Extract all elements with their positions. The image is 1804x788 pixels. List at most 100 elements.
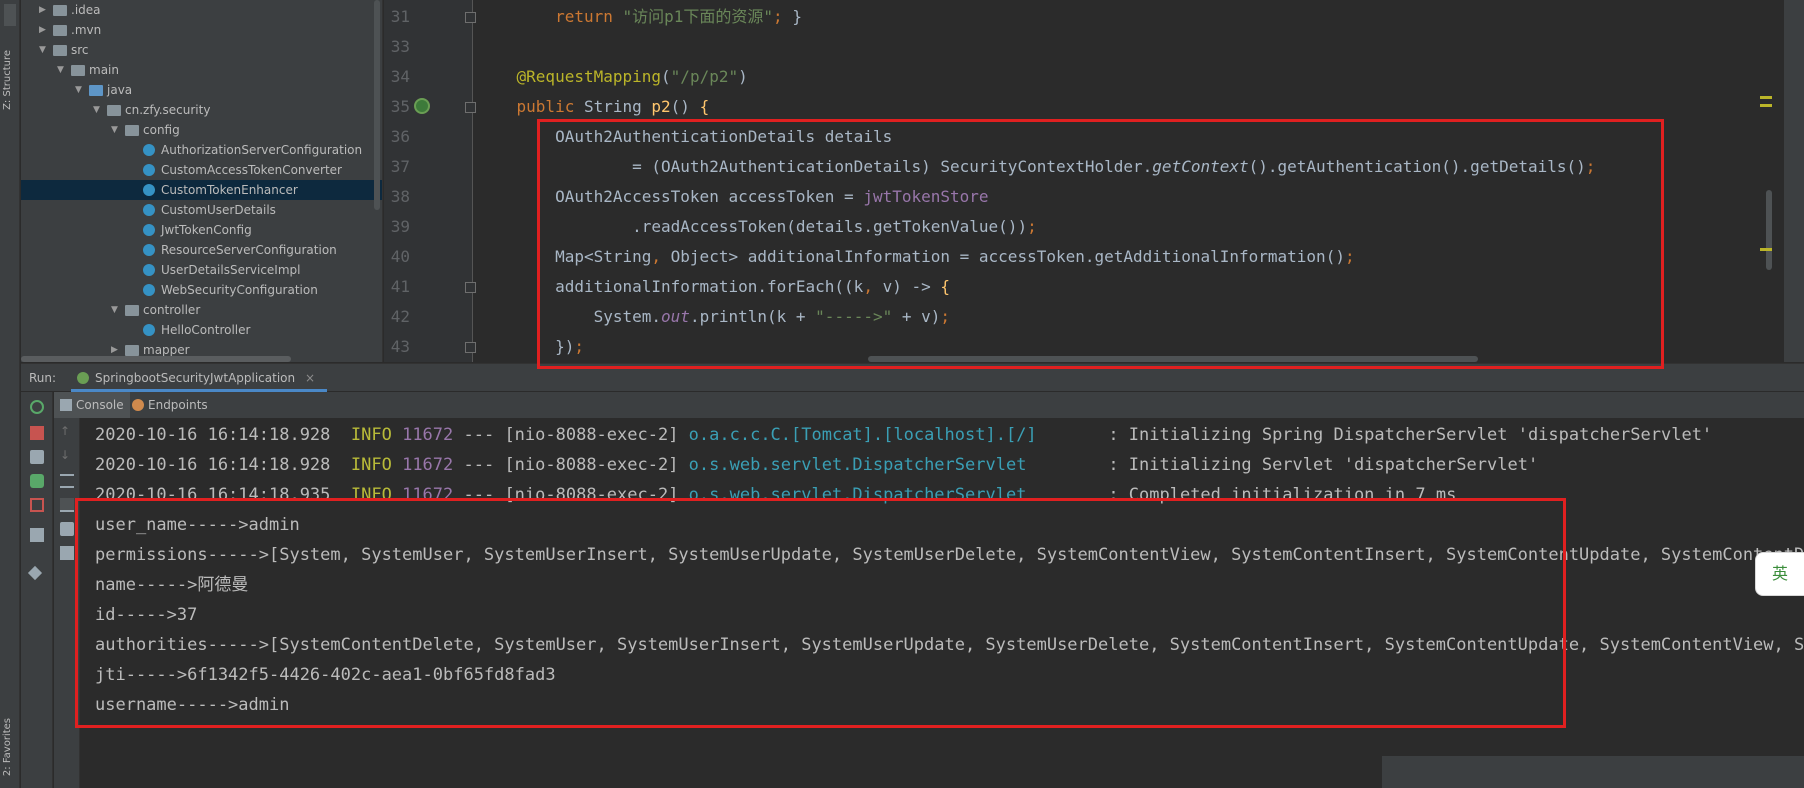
- tree-vertical-scrollbar[interactable]: [374, 0, 380, 210]
- tree-item-label: main: [89, 63, 119, 77]
- folder-icon: [71, 65, 85, 76]
- tab-console-label: Console: [76, 398, 124, 412]
- tree-item-label: src: [71, 43, 89, 57]
- soft-wrap-icon[interactable]: [60, 474, 74, 488]
- tree-item-label: CustomUserDetails: [161, 203, 276, 217]
- code-line: public String p2() {: [516, 97, 710, 116]
- up-arrow-icon[interactable]: ↑: [60, 424, 74, 438]
- chevron-down-icon[interactable]: ▼: [93, 100, 105, 120]
- left-tool-strip: Z: Structure 2: Favorites: [0, 0, 20, 788]
- camera-icon[interactable]: [30, 450, 44, 464]
- chevron-down-icon[interactable]: ▼: [111, 120, 123, 140]
- tree-item[interactable]: ▼ java: [21, 80, 382, 100]
- editor-vertical-scrollbar[interactable]: [1766, 190, 1772, 270]
- fold-icon[interactable]: [465, 282, 476, 293]
- source-folder-icon: [89, 85, 103, 96]
- tree-item-label: cn.zfy.security: [125, 103, 211, 117]
- exit-icon[interactable]: [30, 498, 44, 512]
- line-number: 36: [390, 127, 410, 146]
- debug-icon[interactable]: [30, 474, 44, 488]
- trash-icon[interactable]: [60, 546, 74, 560]
- project-tool-button[interactable]: [4, 4, 16, 26]
- layout-icon[interactable]: [30, 528, 44, 542]
- warning-marker[interactable]: [1760, 96, 1772, 99]
- line-number: 33: [390, 37, 410, 56]
- tree-item[interactable]: HelloController: [21, 320, 382, 340]
- log-line: 2020-10-16 16:14:18.928 INFO 11672 --- […: [95, 455, 1539, 475]
- run-configuration-tab[interactable]: SpringbootSecurityJwtApplication ×: [71, 364, 328, 392]
- tree-item[interactable]: CustomTokenEnhancer: [21, 180, 382, 200]
- tree-item-label: CustomAccessTokenConverter: [161, 163, 342, 177]
- close-icon[interactable]: ×: [305, 371, 315, 385]
- chevron-down-icon[interactable]: ▼: [57, 60, 69, 80]
- class-icon: [143, 324, 155, 336]
- editor-gutter: 31 33 34 35 36 37 38 39 40 41 42 43: [384, 0, 476, 362]
- run-toolbar: [21, 392, 53, 788]
- print-icon[interactable]: [60, 522, 74, 536]
- tree-item-label: ResourceServerConfiguration: [161, 243, 337, 257]
- tab-console[interactable]: Console: [54, 392, 130, 418]
- warning-marker[interactable]: [1760, 248, 1772, 251]
- favorites-tool-label[interactable]: 2: Favorites: [2, 718, 13, 776]
- scroll-to-end-icon[interactable]: [60, 498, 74, 512]
- tree-item[interactable]: JwtTokenConfig: [21, 220, 382, 240]
- code-line: return "访问p1下面的资源"; }: [555, 7, 802, 26]
- fold-icon[interactable]: [465, 102, 476, 113]
- package-icon: [125, 125, 139, 136]
- chevron-right-icon[interactable]: ▶: [39, 0, 51, 20]
- tree-item[interactable]: CustomAccessTokenConverter: [21, 160, 382, 180]
- status-area: [1382, 756, 1804, 788]
- tree-item[interactable]: ▶ .mvn: [21, 20, 382, 40]
- warning-marker[interactable]: [1760, 104, 1772, 107]
- tree-item[interactable]: ▼ config: [21, 120, 382, 140]
- line-number: 41: [390, 277, 410, 296]
- tree-item-label: WebSecurityConfiguration: [161, 283, 318, 297]
- tree-item[interactable]: CustomUserDetails: [21, 200, 382, 220]
- run-sub-tabs: Console Endpoints: [54, 392, 1804, 418]
- run-tab-label: SpringbootSecurityJwtApplication: [95, 371, 296, 385]
- run-label: Run:: [29, 371, 57, 385]
- folder-icon: [53, 45, 67, 56]
- chevron-right-icon[interactable]: ▶: [39, 20, 51, 40]
- down-arrow-icon[interactable]: ↓: [60, 448, 74, 462]
- package-icon: [125, 345, 139, 356]
- line-number: 43: [390, 337, 410, 356]
- tree-item[interactable]: ▼ src: [21, 40, 382, 60]
- tree-item[interactable]: ▼ cn.zfy.security: [21, 100, 382, 120]
- console-icon: [60, 399, 72, 411]
- tab-endpoints[interactable]: Endpoints: [126, 392, 214, 418]
- tree-horizontal-scrollbar[interactable]: [21, 356, 291, 362]
- tree-item[interactable]: UserDetailsServiceImpl: [21, 260, 382, 280]
- fold-icon[interactable]: [465, 342, 476, 353]
- rerun-icon[interactable]: [30, 400, 44, 414]
- line-number: 37: [390, 157, 410, 176]
- line-number: 40: [390, 247, 410, 266]
- ime-indicator[interactable]: 英: [1755, 552, 1804, 596]
- tree-item[interactable]: WebSecurityConfiguration: [21, 280, 382, 300]
- tree-item[interactable]: ResourceServerConfiguration: [21, 240, 382, 260]
- project-tree-panel: ▶ .idea ▶ .mvn ▼ src ▼ main ▼ java ▼ cn.zfy.securit…: [21, 0, 383, 362]
- tree-item[interactable]: ▼ controller: [21, 300, 382, 320]
- pin-icon[interactable]: [27, 565, 43, 581]
- line-number: 31: [390, 7, 410, 26]
- tree-item[interactable]: ▶ .idea: [21, 0, 382, 20]
- chevron-down-icon[interactable]: ▼: [111, 300, 123, 320]
- folder-icon: [53, 5, 67, 16]
- tree-item[interactable]: ▼ main: [21, 60, 382, 80]
- highlight-box-console: [75, 498, 1566, 728]
- tree-item-label: HelloController: [161, 323, 251, 337]
- line-number: 39: [390, 217, 410, 236]
- class-icon: [143, 264, 155, 276]
- tree-item-label: CustomTokenEnhancer: [161, 183, 298, 197]
- chevron-down-icon[interactable]: ▼: [39, 40, 51, 60]
- log-line: 2020-10-16 16:14:18.928 INFO 11672 --- […: [95, 425, 1713, 445]
- code-line: @RequestMapping("/p/p2"): [516, 67, 748, 86]
- folder-icon: [53, 25, 67, 36]
- spring-bean-icon[interactable]: [414, 98, 430, 114]
- fold-icon[interactable]: [465, 12, 476, 23]
- structure-tool-label[interactable]: Z: Structure: [2, 50, 13, 110]
- tree-item[interactable]: AuthorizationServerConfiguration: [21, 140, 382, 160]
- chevron-down-icon[interactable]: ▼: [75, 80, 87, 100]
- stop-icon[interactable]: [30, 426, 44, 440]
- tree-item-label: .mvn: [71, 23, 102, 37]
